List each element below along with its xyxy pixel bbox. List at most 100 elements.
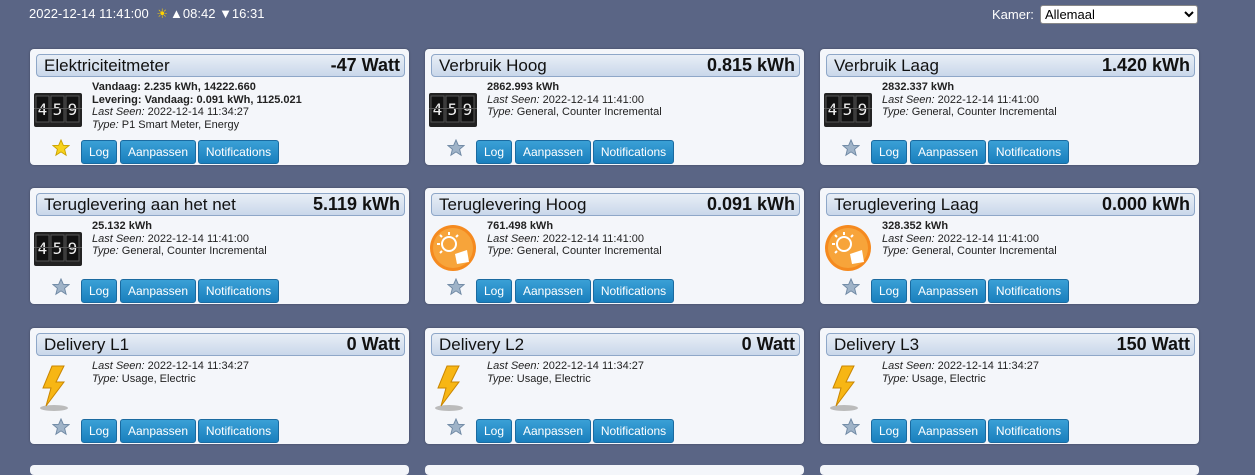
device-type: Type: General, Counter Incremental <box>882 106 1057 118</box>
svg-text:4: 4 <box>38 100 48 119</box>
edit-button[interactable]: Aanpassen <box>515 279 591 303</box>
notifications-button[interactable]: Notifications <box>593 140 674 164</box>
lightning-icon <box>429 364 477 412</box>
notifications-button[interactable]: Notifications <box>198 140 279 164</box>
device-card-partial <box>425 465 804 475</box>
card-header: Verbruik Laag 1.420 kWh <box>826 54 1195 77</box>
device-type: Type: General, Counter Incremental <box>487 106 662 118</box>
favorite-star-icon[interactable] <box>446 277 466 296</box>
device-card: Teruglevering Laag 0.000 kWh 328.352 kWh La… <box>820 188 1199 304</box>
favorite-star-icon[interactable] <box>446 417 466 436</box>
log-button[interactable]: Log <box>871 419 907 443</box>
log-button[interactable]: Log <box>81 279 117 303</box>
device-details: 25.132 kWh Last Seen: 2022-12-14 11:41:00… <box>92 220 267 258</box>
card-header: Delivery L3 150 Watt <box>826 333 1195 356</box>
device-card: Teruglevering aan het net 5.119 kWh 4 5 9 25.… <box>30 188 409 304</box>
svg-text:9: 9 <box>68 239 78 258</box>
last-seen: Last Seen: 2022-12-14 11:41:00 <box>882 232 1039 245</box>
svg-text:5: 5 <box>448 100 458 119</box>
edit-button[interactable]: Aanpassen <box>120 140 196 164</box>
device-card: Elektriciteitmeter -47 Watt 4 5 9 Vandaag: 2.… <box>30 49 409 165</box>
device-details: 2832.337 kWh Last Seen: 2022-12-14 11:41:… <box>882 81 1057 119</box>
device-value: 5.119 kWh <box>312 194 400 214</box>
device-value: 1.420 kWh <box>1101 55 1190 75</box>
log-button[interactable]: Log <box>871 279 907 303</box>
log-button[interactable]: Log <box>476 419 512 443</box>
device-type: Type: General, Counter Incremental <box>92 245 267 257</box>
log-button[interactable]: Log <box>871 140 907 164</box>
solar-icon <box>429 224 477 272</box>
device-details: 761.498 kWh Last Seen: 2022-12-14 11:41:0… <box>487 220 662 258</box>
device-name: Delivery L2 <box>439 335 525 354</box>
device-type: Type: P1 Smart Meter, Energy <box>92 118 240 131</box>
device-type: Type: General, Counter Incremental <box>487 245 662 257</box>
device-value: 0 Watt <box>741 334 795 354</box>
edit-button[interactable]: Aanpassen <box>515 140 591 164</box>
device-value: 150 Watt <box>1116 334 1190 354</box>
device-card: Verbruik Laag 1.420 kWh 4 5 9 2832.337 kWh Las… <box>820 49 1199 165</box>
counter-icon: 459 <box>34 224 82 272</box>
lightning-icon <box>824 364 872 412</box>
last-seen: Last Seen: 2022-12-14 11:34:27 <box>882 360 1039 372</box>
datetime-display: 2022-12-14 11:41:00 ☀ ▲08:42 ▼16:31 <box>29 6 264 22</box>
device-card: Delivery L3 150 Watt Last Seen: 2022-12-14… <box>820 328 1199 444</box>
notifications-button[interactable]: Notifications <box>198 279 279 303</box>
notifications-button[interactable]: Notifications <box>988 279 1069 303</box>
notifications-button[interactable]: Notifications <box>593 279 674 303</box>
solar-icon <box>824 224 872 272</box>
last-seen: Last Seen: 2022-12-14 11:34:27 <box>92 106 249 118</box>
svg-text:5: 5 <box>53 239 63 258</box>
sunrise-time: ▲08:42 <box>170 6 216 21</box>
notifications-button[interactable]: Notifications <box>593 419 674 443</box>
edit-button[interactable]: Aanpassen <box>120 279 196 303</box>
card-header: Teruglevering aan het net 5.119 kWh <box>36 193 405 216</box>
device-card: Delivery L2 0 Watt Last Seen: 2022-12-14 1… <box>425 328 804 444</box>
device-card-partial <box>820 465 1199 475</box>
notifications-button[interactable]: Notifications <box>988 140 1069 164</box>
favorite-star-icon[interactable] <box>51 277 71 296</box>
device-name: Teruglevering Laag <box>834 195 979 214</box>
card-header: Elektriciteitmeter -47 Watt <box>36 54 405 77</box>
log-button[interactable]: Log <box>476 140 512 164</box>
device-data: 761.498 kWh <box>487 220 554 232</box>
notifications-button[interactable]: Notifications <box>988 419 1069 443</box>
device-data: 328.352 kWh <box>882 220 949 232</box>
device-name: Elektriciteitmeter <box>44 56 170 75</box>
favorite-star-icon[interactable] <box>841 417 861 436</box>
favorite-star-icon[interactable] <box>51 138 71 157</box>
last-seen: Last Seen: 2022-12-14 11:34:27 <box>92 360 249 372</box>
device-data: 2862.993 kWh <box>487 81 560 93</box>
room-select[interactable]: Allemaal <box>1040 5 1198 24</box>
edit-button[interactable]: Aanpassen <box>515 419 591 443</box>
device-name: Delivery L3 <box>834 335 920 354</box>
device-details: Last Seen: 2022-12-14 11:34:27 Type: Usag… <box>92 360 249 385</box>
svg-text:9: 9 <box>68 100 78 119</box>
svg-text:4: 4 <box>38 239 48 258</box>
device-type: Type: General, Counter Incremental <box>882 245 1057 257</box>
edit-button[interactable]: Aanpassen <box>910 279 986 303</box>
favorite-star-icon[interactable] <box>51 417 71 436</box>
log-button[interactable]: Log <box>81 140 117 164</box>
log-button[interactable]: Log <box>476 279 512 303</box>
counter-icon: 459 <box>34 85 82 133</box>
edit-button[interactable]: Aanpassen <box>910 419 986 443</box>
device-data: Vandaag: 2.235 kWh, 14222.660 <box>92 81 256 93</box>
favorite-star-icon[interactable] <box>446 138 466 157</box>
device-name: Delivery L1 <box>44 335 130 354</box>
device-details: 328.352 kWh Last Seen: 2022-12-14 11:41:0… <box>882 220 1057 258</box>
edit-button[interactable]: Aanpassen <box>120 419 196 443</box>
log-button[interactable]: Log <box>81 419 117 443</box>
favorite-star-icon[interactable] <box>841 138 861 157</box>
sunset-time: ▼16:31 <box>219 6 265 21</box>
datetime-text: 2022-12-14 11:41:00 <box>29 6 149 21</box>
device-type: Type: Usage, Electric <box>92 372 196 385</box>
counter-icon: 459 <box>429 85 477 133</box>
favorite-star-icon[interactable] <box>841 277 861 296</box>
counter-icon: 459 <box>824 85 872 133</box>
card-header: Delivery L2 0 Watt <box>431 333 800 356</box>
last-seen: Last Seen: 2022-12-14 11:41:00 <box>487 232 644 245</box>
edit-button[interactable]: Aanpassen <box>910 140 986 164</box>
sun-icon: ☀ <box>156 6 169 21</box>
notifications-button[interactable]: Notifications <box>198 419 279 443</box>
last-seen: Last Seen: 2022-12-14 11:41:00 <box>882 93 1039 106</box>
